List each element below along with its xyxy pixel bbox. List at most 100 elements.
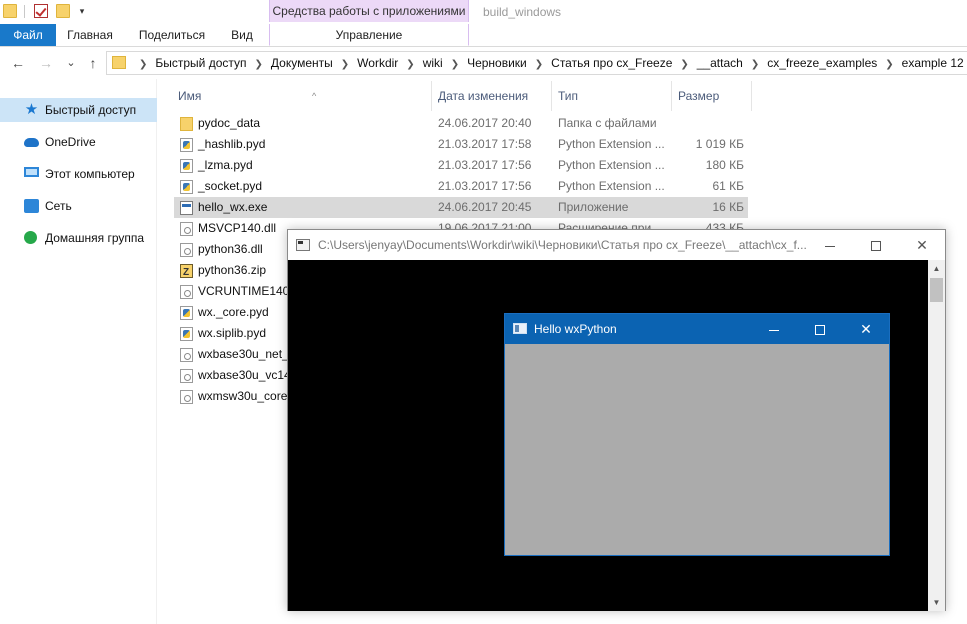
nav-item-this-pc[interactable]: Этот компьютер [0, 162, 157, 186]
nav-item-network[interactable]: Сеть [0, 194, 157, 218]
file-name: _hashlib.pyd [198, 137, 266, 151]
file-row[interactable]: _hashlib.pyd 21.03.2017 17:58 Python Exten… [174, 134, 748, 155]
wx-window-title: Hello wxPython [534, 322, 617, 336]
exe-file-icon [180, 201, 193, 215]
file-date: 24.06.2017 20:40 [438, 116, 532, 130]
nav-item-homegroup[interactable]: Домашняя группа [0, 226, 157, 250]
wx-window[interactable]: Hello wxPython ✕ [504, 313, 890, 556]
forward-button[interactable]: → [38, 55, 54, 71]
python-file-icon [180, 180, 193, 194]
breadcrumb-item[interactable]: wiki [423, 52, 443, 74]
folder-icon[interactable] [3, 4, 17, 18]
file-name: wx.siplib.pyd [198, 326, 267, 340]
column-header-name[interactable]: Имя ^ [172, 81, 432, 111]
folder-icon [112, 56, 126, 69]
wx-app-icon [513, 323, 527, 334]
breadcrumb-item[interactable]: example 12 [902, 52, 964, 74]
file-row[interactable]: _lzma.pyd 21.03.2017 17:56 Python Extensio… [174, 155, 748, 176]
maximize-button[interactable] [853, 230, 899, 260]
column-header-size[interactable]: Размер [672, 81, 752, 111]
dll-file-icon [180, 348, 193, 362]
wx-close-button[interactable]: ✕ [843, 314, 889, 344]
file-name: pydoc_data [198, 116, 261, 130]
file-size: 180 КБ [705, 158, 744, 172]
computer-icon [24, 167, 39, 177]
breadcrumb-item[interactable]: Статья про cx_Freeze [551, 52, 672, 74]
dll-file-icon [180, 285, 193, 299]
scroll-down-icon[interactable]: ▼ [928, 594, 945, 611]
console-scrollbar[interactable]: ▲ ▼ [928, 260, 945, 611]
dll-file-icon [180, 390, 193, 404]
tab-home[interactable]: Главная [60, 24, 120, 46]
breadcrumb-item[interactable]: cx_freeze_examples [767, 52, 877, 74]
tab-share[interactable]: Поделиться [132, 24, 212, 46]
file-type: Приложение [558, 200, 629, 214]
recent-locations-button[interactable]: ⌄ [63, 55, 79, 71]
dll-file-icon [180, 222, 193, 236]
file-name: wxbase30u_net_v [198, 347, 295, 361]
console-app-icon [296, 239, 310, 251]
network-icon [24, 199, 39, 213]
tab-view[interactable]: Вид [222, 24, 262, 46]
wx-minimize-button[interactable] [751, 314, 797, 344]
breadcrumb-item[interactable]: __attach [697, 52, 743, 74]
tab-manage[interactable]: Управление [269, 24, 469, 46]
python-file-icon [180, 327, 193, 341]
file-size: 16 КБ [712, 200, 744, 214]
zip-file-icon [180, 262, 193, 283]
file-row[interactable]: _socket.pyd 21.03.2017 17:56 Python Extens… [174, 176, 748, 197]
wx-client-area[interactable] [505, 344, 889, 555]
window-title: build_windows [483, 5, 562, 19]
breadcrumb-item[interactable]: Быстрый доступ [155, 52, 246, 74]
file-row[interactable]: hello_wx.exe 24.06.2017 20:45 Приложение 16… [174, 197, 748, 218]
file-name: MSVCP140.dll [198, 221, 277, 235]
minimize-button[interactable] [807, 230, 853, 260]
file-name: python36.dll [198, 242, 263, 256]
file-name: wxmsw30u_core_ [198, 389, 295, 403]
scroll-up-icon[interactable]: ▲ [928, 260, 945, 277]
homegroup-icon [24, 231, 37, 244]
file-type: Папка с файлами [558, 116, 657, 130]
tab-file[interactable]: Файл [0, 24, 56, 46]
wx-maximize-button[interactable] [797, 314, 843, 344]
close-icon: ✕ [860, 321, 872, 337]
python-file-icon [180, 159, 193, 173]
file-date: 21.03.2017 17:58 [438, 137, 532, 151]
column-header-date[interactable]: Дата изменения [432, 81, 552, 111]
wx-title-bar[interactable]: Hello wxPython ✕ [505, 314, 889, 344]
column-header-type[interactable]: Тип [552, 81, 672, 111]
ribbon-tabs: Файл Главная Поделиться Вид Управление [0, 24, 967, 47]
new-folder-icon[interactable] [56, 4, 70, 18]
up-button[interactable]: ↑ [85, 55, 101, 71]
cloud-icon [24, 138, 39, 147]
context-tab-header: Средства работы с приложениями [269, 0, 469, 22]
address-bar[interactable]: ❯ Быстрый доступ ❯ Документы ❯ Workdir ❯ wiki ❯ Ч… [106, 51, 967, 75]
nav-item-quick-access[interactable]: ★ Быстрый доступ [0, 98, 157, 122]
breadcrumb-item[interactable]: Документы [271, 52, 333, 74]
python-file-icon [180, 138, 193, 152]
file-type: Python Extension ... [558, 179, 665, 193]
back-button[interactable]: ← [10, 55, 26, 71]
breadcrumb-item[interactable]: Черновики [467, 52, 527, 74]
sort-ascending-icon: ^ [312, 91, 317, 101]
file-date: 21.03.2017 17:56 [438, 179, 532, 193]
close-icon: ✕ [916, 237, 928, 253]
nav-item-label: Сеть [45, 199, 72, 213]
console-title-bar[interactable]: C:\Users\jenyay\Documents\Workdir\wiki\Ч… [288, 230, 945, 260]
file-row[interactable]: pydoc_data 24.06.2017 20:40 Папка с файлам… [174, 113, 748, 134]
nav-item-label: Быстрый доступ [45, 103, 137, 117]
file-type: Python Extension ... [558, 137, 665, 151]
breadcrumb-item[interactable]: Workdir [357, 52, 398, 74]
properties-icon[interactable] [34, 4, 48, 18]
scrollbar-thumb[interactable] [930, 278, 943, 302]
nav-item-onedrive[interactable]: OneDrive [0, 130, 157, 154]
file-size: 61 КБ [712, 179, 744, 193]
maximize-icon [871, 241, 881, 252]
close-button[interactable]: ✕ [899, 230, 945, 260]
dll-file-icon [180, 243, 193, 257]
file-name: _lzma.pyd [198, 158, 253, 172]
toolbar-divider [24, 5, 25, 18]
navigation-pane: ★ Быстрый доступ OneDrive Этот компьютер… [0, 79, 157, 624]
file-name: hello_wx.exe [198, 200, 268, 214]
customize-toolbar-dropdown-icon[interactable]: ▾ [78, 6, 86, 16]
